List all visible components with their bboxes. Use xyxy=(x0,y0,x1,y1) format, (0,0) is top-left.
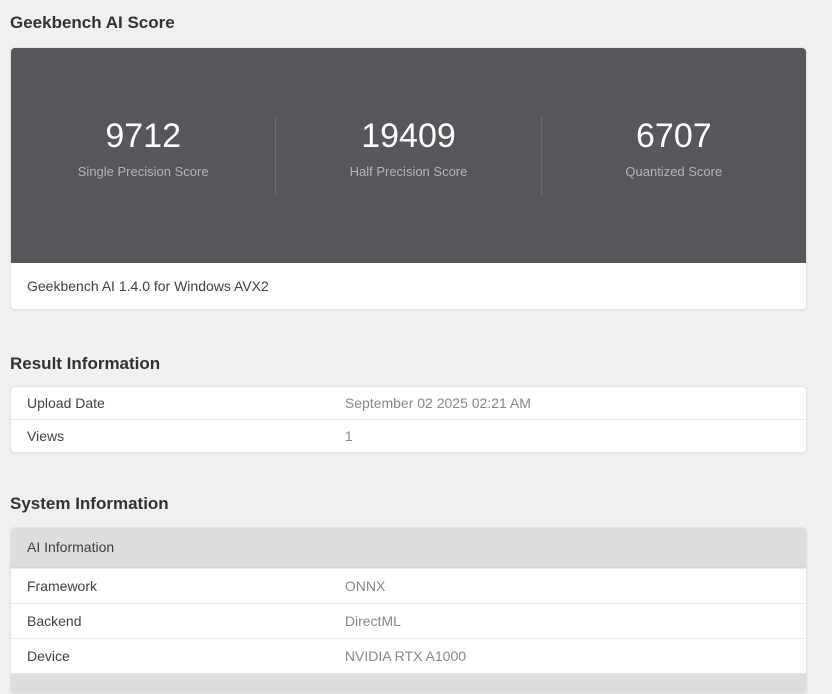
result-information-table: Upload Date September 02 2025 02:21 AM V… xyxy=(10,386,807,453)
row-label: Views xyxy=(11,420,345,452)
table-row: Framework ONNX xyxy=(11,568,806,603)
score-label: Single Precision Score xyxy=(11,164,275,179)
table-row: Views 1 xyxy=(11,419,806,452)
row-label: Framework xyxy=(11,569,345,603)
row-label: Upload Date xyxy=(11,387,345,419)
table-section-header-cutoff xyxy=(11,673,806,693)
row-value: NVIDIA RTX A1000 xyxy=(345,639,806,673)
benchmark-version-label: Geekbench AI 1.4.0 for Windows AVX2 xyxy=(11,263,806,309)
result-information-title: Result Information xyxy=(10,354,807,373)
score-label: Quantized Score xyxy=(542,164,806,179)
score-column: 9712 Single Precision Score xyxy=(11,117,275,195)
system-information-title: System Information xyxy=(10,494,807,513)
table-row: Backend DirectML xyxy=(11,603,806,638)
row-value: September 02 2025 02:21 AM xyxy=(345,387,806,419)
row-value: DirectML xyxy=(345,604,806,638)
score-column: 6707 Quantized Score xyxy=(541,117,806,195)
score-banner: 9712 Single Precision Score 19409 Half P… xyxy=(11,48,806,263)
score-column: 19409 Half Precision Score xyxy=(275,117,540,195)
score-value: 19409 xyxy=(276,117,540,155)
system-information-table: AI Information Framework ONNX Backend Di… xyxy=(10,527,807,694)
page-title: Geekbench AI Score xyxy=(10,13,807,32)
score-value: 9712 xyxy=(11,117,275,155)
score-card: 9712 Single Precision Score 19409 Half P… xyxy=(10,47,807,310)
row-value: ONNX xyxy=(345,569,806,603)
table-row: Upload Date September 02 2025 02:21 AM xyxy=(11,387,806,419)
score-label: Half Precision Score xyxy=(276,164,540,179)
system-information-rows: Framework ONNX Backend DirectML Device N… xyxy=(11,568,806,673)
table-section-header: AI Information xyxy=(11,528,806,568)
row-label: Backend xyxy=(11,604,345,638)
row-value: 1 xyxy=(345,420,806,452)
table-row: Device NVIDIA RTX A1000 xyxy=(11,638,806,673)
score-value: 6707 xyxy=(542,117,806,155)
row-label: Device xyxy=(11,639,345,673)
